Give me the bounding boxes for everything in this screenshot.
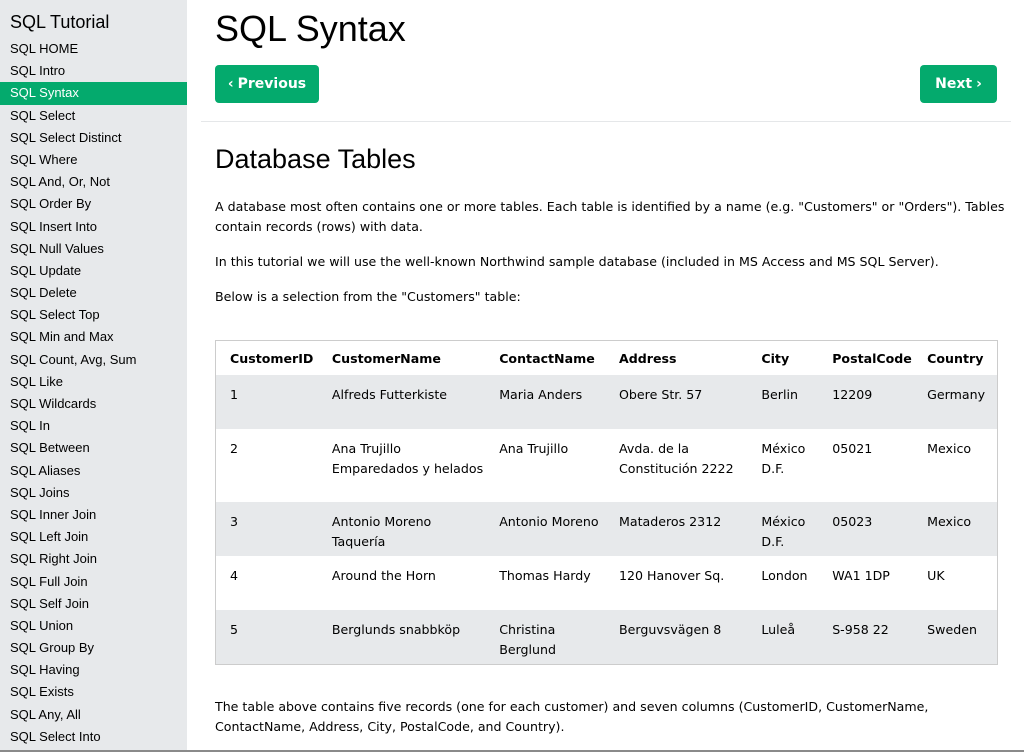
sidebar-item-sql-count-avg-sum[interactable]: SQL Count, Avg, Sum [0, 349, 187, 371]
customers-table: CustomerID CustomerName ContactName Address… [215, 340, 998, 665]
divider [201, 121, 1011, 122]
main-content: SQL Syntax ‹ Previous Next › Database Ta… [187, 0, 1024, 750]
table-cell-address: Berguvsvägen 8 [605, 610, 748, 664]
sidebar-item-sql-any-all[interactable]: SQL Any, All [0, 704, 187, 726]
sidebar-item-sql-syntax[interactable]: SQL Syntax [0, 82, 187, 105]
table-cell-city: México D.F. [747, 502, 819, 556]
previous-button-label: Previous [237, 76, 307, 92]
sidebar-item-sql-select-distinct[interactable]: SQL Select Distinct [0, 127, 187, 149]
column-header-address: Address [605, 341, 748, 375]
table-cell-city: Berlin [747, 375, 819, 429]
sidebar-item-sql-min-and-max[interactable]: SQL Min and Max [0, 326, 187, 348]
table-cell-address: 120 Hanover Sq. [605, 556, 748, 610]
sidebar-item-sql-self-join[interactable]: SQL Self Join [0, 593, 187, 615]
table-cell-city: México D.F. [747, 429, 819, 502]
table-cell-postalcode: 05023 [818, 502, 914, 556]
table-cell-customerid: 5 [216, 610, 318, 664]
table-cell-contactname: Maria Anders [485, 375, 606, 429]
sidebar-item-sql-select-top[interactable]: SQL Select Top [0, 304, 187, 326]
sidebar-item-sql-in[interactable]: SQL In [0, 415, 187, 437]
sidebar-item-sql-null-values[interactable]: SQL Null Values [0, 238, 187, 260]
sidebar-item-sql-full-join[interactable]: SQL Full Join [0, 571, 187, 593]
table-cell-postalcode: 12209 [818, 375, 914, 429]
table-cell-city: Luleå [747, 610, 819, 664]
sidebar-item-sql-group-by[interactable]: SQL Group By [0, 637, 187, 659]
sidebar-item-sql-left-join[interactable]: SQL Left Join [0, 526, 187, 548]
sidebar-item-sql-intro[interactable]: SQL Intro [0, 60, 187, 82]
table-cell-country: Mexico [913, 429, 997, 502]
sidebar-item-sql-right-join[interactable]: SQL Right Join [0, 548, 187, 570]
paragraph-selection: Below is a selection from the "Customers… [215, 289, 521, 304]
table-cell-address: Avda. de la Constitución 2222 [605, 429, 748, 502]
table-cell-postalcode: WA1 1DP [818, 556, 914, 610]
table-cell-postalcode: S-958 22 [818, 610, 914, 664]
sidebar-item-sql-joins[interactable]: SQL Joins [0, 482, 187, 504]
table-cell-customername: Alfreds Futterkiste [317, 375, 486, 429]
table-cell-customerid: 2 [216, 429, 318, 502]
sidebar-item-sql-aliases[interactable]: SQL Aliases [0, 460, 187, 482]
column-header-city: City [747, 341, 819, 375]
sidebar-item-sql-inner-join[interactable]: SQL Inner Join [0, 504, 187, 526]
table-row: 2 Ana Trujillo Emparedados y helados Ana T… [216, 429, 997, 502]
column-header-contactname: ContactName [485, 341, 606, 375]
table-cell-address: Obere Str. 57 [605, 375, 748, 429]
table-cell-address: Mataderos 2312 [605, 502, 748, 556]
sidebar-item-sql-union[interactable]: SQL Union [0, 615, 187, 637]
sidebar-item-sql-select-into[interactable]: SQL Select Into [0, 726, 187, 748]
table-row: 5 Berglunds snabbköp Christina Berglund Ber… [216, 610, 997, 664]
table-cell-customername: Ana Trujillo Emparedados y helados [317, 429, 486, 502]
next-button[interactable]: Next › [920, 65, 997, 103]
sidebar-item-sql-exists[interactable]: SQL Exists [0, 681, 187, 703]
table-row: 1 Alfreds Futterkiste Maria Anders Obere St… [216, 375, 997, 429]
next-button-label: Next [935, 76, 973, 92]
paragraph-intro: A database most often contains one or mo… [215, 199, 1005, 234]
table-row: 3 Antonio Moreno Taquería Antonio Moreno Ma… [216, 502, 997, 556]
sidebar-item-sql-like[interactable]: SQL Like [0, 371, 187, 393]
sidebar-item-sql-insert-into[interactable]: SQL Insert Into [0, 216, 187, 238]
table-cell-customerid: 1 [216, 375, 318, 429]
table-cell-country: Germany [913, 375, 997, 429]
sidebar-item-sql-wildcards[interactable]: SQL Wildcards [0, 393, 187, 415]
column-header-customername: CustomerName [317, 341, 486, 375]
column-header-country: Country [913, 341, 997, 375]
table-header-row: CustomerID CustomerName ContactName Address… [216, 341, 997, 375]
chevron-right-icon: › [976, 76, 982, 92]
table-cell-customername: Around the Horn [317, 556, 486, 610]
table-cell-contactname: Ana Trujillo [485, 429, 606, 502]
sidebar-item-sql-where[interactable]: SQL Where [0, 149, 187, 171]
table-cell-customerid: 3 [216, 502, 318, 556]
sidebar: SQL Tutorial SQL HOME SQL Intro SQL Syntax… [0, 0, 187, 750]
table-cell-country: Mexico [913, 502, 997, 556]
table-cell-country: Sweden [913, 610, 997, 664]
sidebar-item-sql-update[interactable]: SQL Update [0, 260, 187, 282]
sidebar-title: SQL Tutorial [10, 12, 110, 32]
sidebar-item-sql-order-by[interactable]: SQL Order By [0, 193, 187, 215]
section-title: Database Tables [215, 144, 416, 174]
table-cell-customername: Antonio Moreno Taquería [317, 502, 486, 556]
chevron-left-icon: ‹ [227, 76, 234, 92]
table-cell-country: UK [913, 556, 997, 610]
table-cell-customername: Berglunds snabbköp [317, 610, 486, 664]
previous-button[interactable]: ‹ Previous [215, 65, 319, 103]
table-cell-postalcode: 05021 [818, 429, 914, 502]
sidebar-item-sql-delete[interactable]: SQL Delete [0, 282, 187, 304]
sidebar-list: SQL HOME SQL Intro SQL Syntax SQL Select SQL… [0, 38, 187, 748]
table-cell-city: London [747, 556, 819, 610]
sidebar-item-sql-home[interactable]: SQL HOME [0, 38, 187, 60]
table-cell-customerid: 4 [216, 556, 318, 610]
column-header-customerid: CustomerID [216, 341, 318, 375]
paragraph-northwind: In this tutorial we will use the well-kn… [215, 254, 939, 269]
table-cell-contactname: Antonio Moreno [485, 502, 606, 556]
table-cell-contactname: Christina Berglund [485, 610, 606, 664]
paragraph-summary: The table above contains five records (o… [215, 699, 929, 734]
column-header-postalcode: PostalCode [818, 341, 914, 375]
page-title: SQL Syntax [215, 8, 406, 49]
sidebar-item-sql-between[interactable]: SQL Between [0, 437, 187, 459]
table-cell-contactname: Thomas Hardy [485, 556, 606, 610]
table-row: 4 Around the Horn Thomas Hardy 120 Hanover … [216, 556, 997, 610]
sidebar-item-sql-and-or-not[interactable]: SQL And, Or, Not [0, 171, 187, 193]
sidebar-item-sql-select[interactable]: SQL Select [0, 105, 187, 127]
sidebar-item-sql-having[interactable]: SQL Having [0, 659, 187, 681]
